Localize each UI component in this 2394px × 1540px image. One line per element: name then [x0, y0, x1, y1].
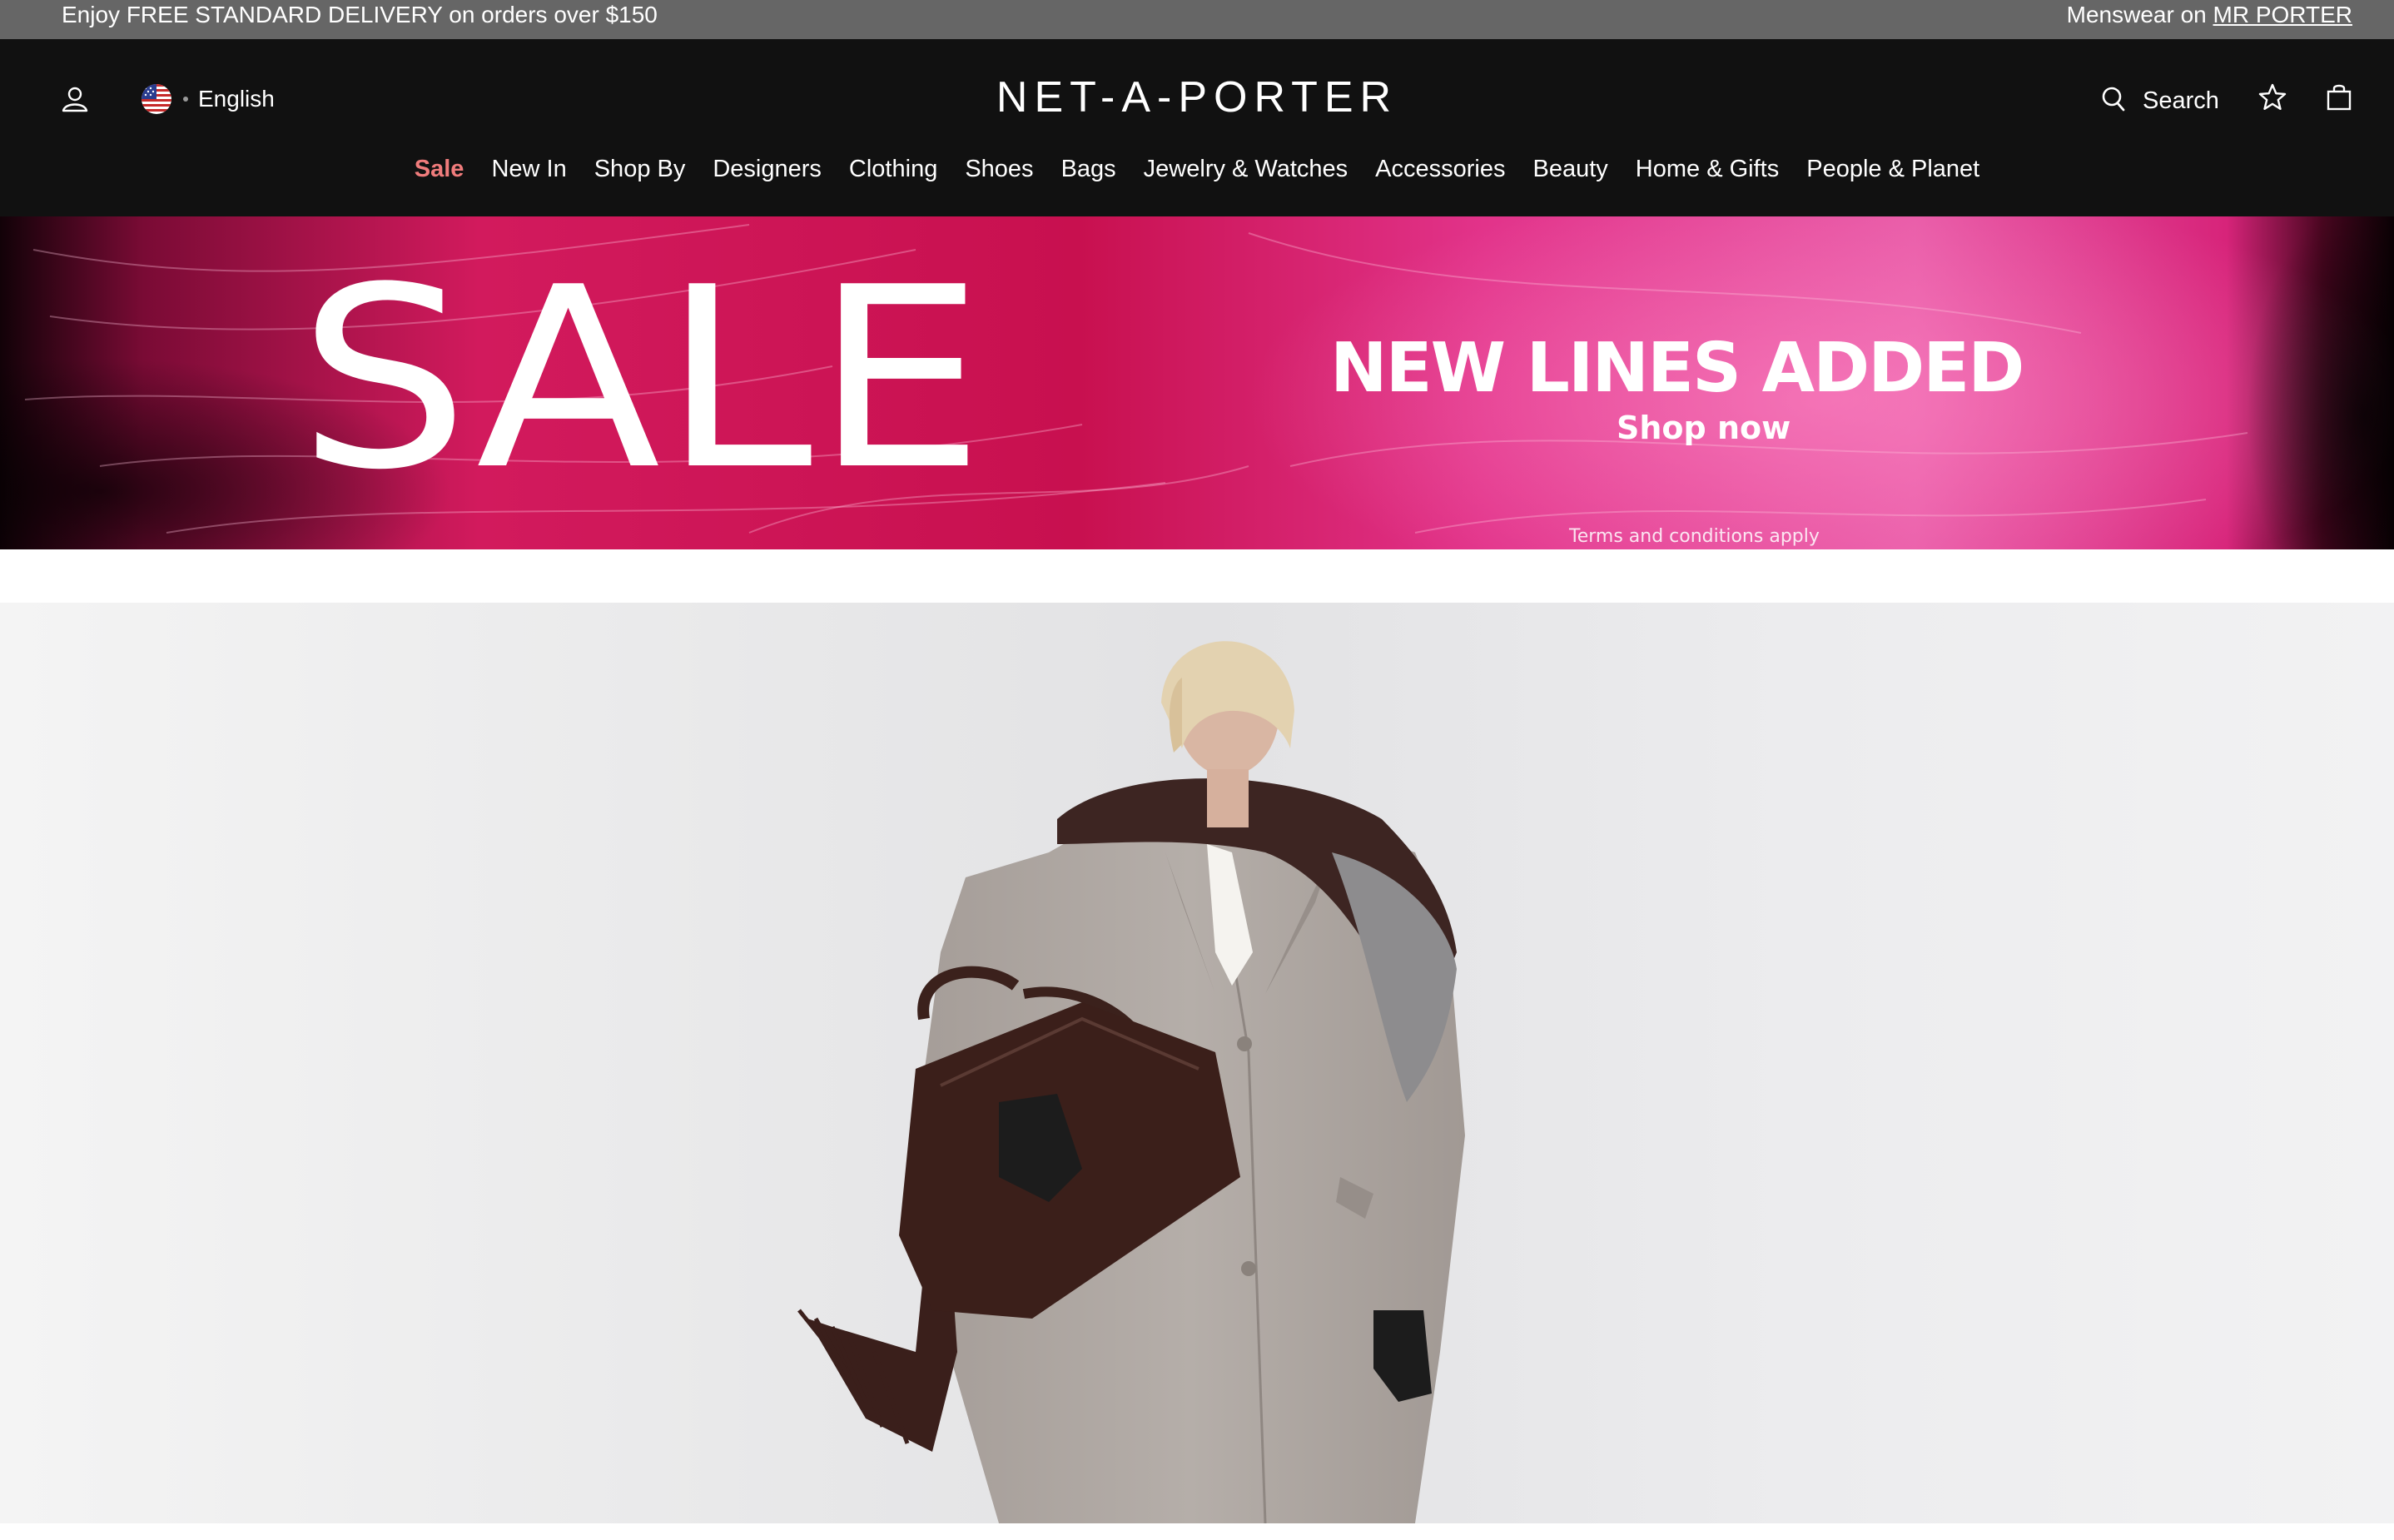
sale-headline: SALE [298, 234, 987, 524]
hero-image[interactable] [0, 603, 2394, 1523]
nav-item-jewelry-watches[interactable]: Jewelry & Watches [1144, 156, 1348, 189]
nav-item-beauty[interactable]: Beauty [1533, 156, 1608, 189]
nav-item-home-gifts[interactable]: Home & Gifts [1636, 156, 1779, 189]
terms-text: Terms and conditions apply [1569, 526, 1820, 547]
sale-banner[interactable]: SALE NEW LINES ADDED Shop now Terms and … [0, 216, 2394, 549]
new-lines-headline: NEW LINES ADDED [1330, 329, 2024, 408]
site-header: English NET-A-PORTER Search Sale New In … [0, 39, 2394, 216]
menswear-prefix: Menswear on [2066, 2, 2207, 27]
menswear-link-group: Menswear on MR PORTER [2067, 0, 2352, 30]
main-navigation: Sale New In Shop By Designers Clothing S… [0, 156, 2394, 189]
nav-item-accessories[interactable]: Accessories [1375, 156, 1505, 189]
nav-item-new-in[interactable]: New In [491, 156, 566, 189]
search-label: Search [2143, 87, 2219, 114]
search-icon [2101, 86, 2126, 117]
search-button[interactable]: Search [2101, 86, 2219, 116]
nav-item-shoes[interactable]: Shoes [965, 156, 1033, 189]
nav-item-clothing[interactable]: Clothing [849, 156, 937, 189]
mr-porter-link[interactable]: MR PORTER [2213, 2, 2353, 27]
shop-now-link[interactable]: Shop now [1617, 410, 1791, 446]
nav-item-designers[interactable]: Designers [713, 156, 822, 189]
site-logo[interactable]: NET-A-PORTER [0, 72, 2394, 122]
model-photo [0, 603, 2394, 1523]
nav-item-bags[interactable]: Bags [1061, 156, 1116, 189]
nav-item-people-planet[interactable]: People & Planet [1806, 156, 1979, 189]
free-delivery-text: Enjoy FREE STANDARD DELIVERY on orders o… [62, 2, 658, 27]
nav-item-shop-by[interactable]: Shop By [594, 156, 686, 189]
nav-item-sale[interactable]: Sale [415, 156, 464, 189]
star-icon[interactable] [2257, 82, 2287, 112]
promo-bar: Enjoy FREE STANDARD DELIVERY on orders o… [0, 0, 2394, 39]
shopping-bag-icon[interactable] [2324, 82, 2354, 112]
